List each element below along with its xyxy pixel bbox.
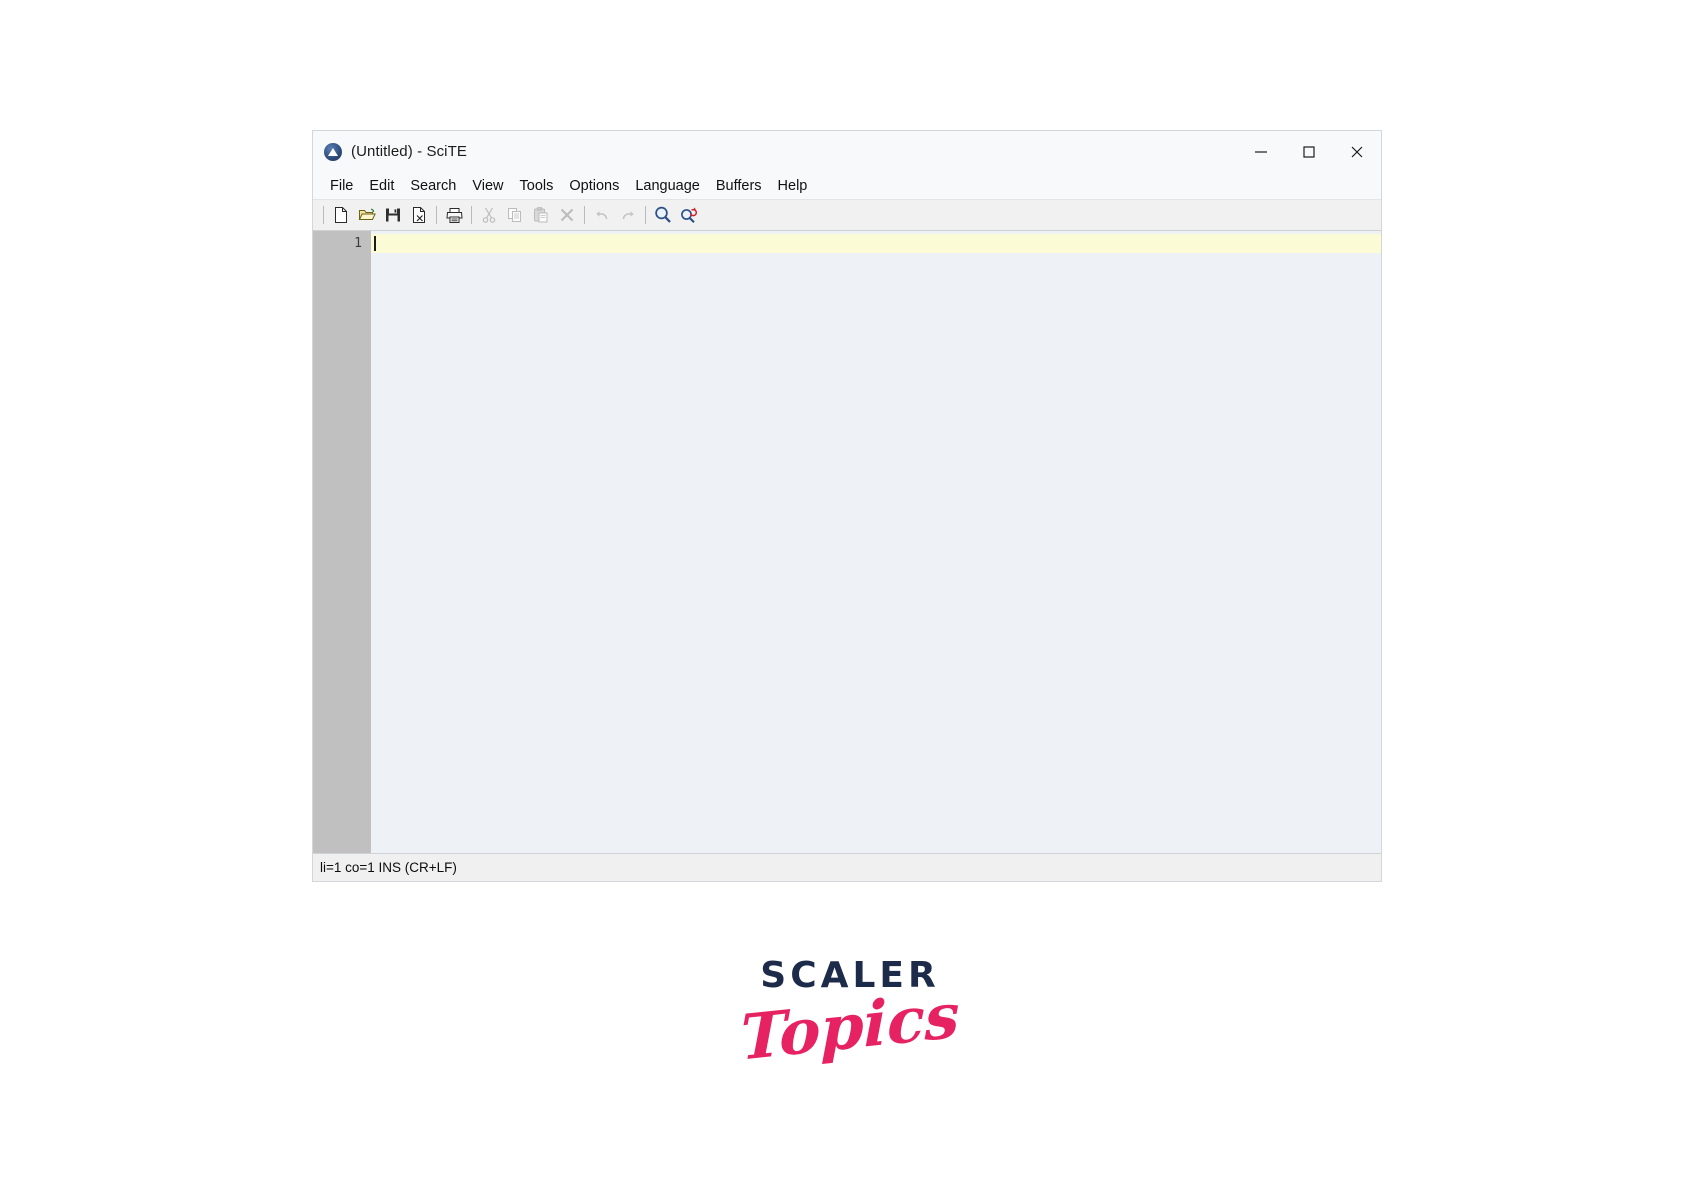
window-controls (1237, 131, 1381, 172)
redo-icon[interactable] (615, 202, 641, 228)
menu-item-language[interactable]: Language (627, 176, 708, 196)
delete-icon[interactable] (554, 202, 580, 228)
toolbar-separator (471, 206, 472, 224)
toolbar-separator (323, 206, 324, 224)
find-icon[interactable] (650, 202, 676, 228)
menu-item-file[interactable]: File (322, 176, 361, 196)
menu-item-buffers[interactable]: Buffers (708, 176, 770, 196)
toolbar-separator (436, 206, 437, 224)
toolbar-separator (645, 206, 646, 224)
close-file-icon[interactable] (406, 202, 432, 228)
menu-item-view[interactable]: View (464, 176, 511, 196)
minimize-icon[interactable] (1237, 131, 1285, 172)
toolbar (313, 199, 1381, 231)
menu-item-tools[interactable]: Tools (512, 176, 562, 196)
undo-icon[interactable] (589, 202, 615, 228)
menu-bar: File Edit Search View Tools Options Lang… (313, 172, 1381, 199)
logo-topics-text: Topics (740, 978, 960, 1075)
scaler-topics-logo: SCALER Topics (0, 958, 1700, 1075)
menu-item-options[interactable]: Options (561, 176, 627, 196)
editor-area[interactable]: 1 (313, 231, 1381, 853)
menu-item-search[interactable]: Search (402, 176, 464, 196)
title-bar: (Untitled) - SciTE (313, 131, 1381, 172)
maximize-icon[interactable] (1285, 131, 1333, 172)
copy-icon[interactable] (502, 202, 528, 228)
scite-window: (Untitled) - SciTE File Edit Search View… (312, 130, 1382, 882)
menu-item-edit[interactable]: Edit (361, 176, 402, 196)
cut-icon[interactable] (476, 202, 502, 228)
current-line-highlight[interactable] (371, 234, 1381, 253)
paste-icon[interactable] (528, 202, 554, 228)
menu-item-help[interactable]: Help (770, 176, 816, 196)
status-bar: li=1 co=1 INS (CR+LF) (313, 853, 1381, 881)
save-file-icon[interactable] (380, 202, 406, 228)
toolbar-separator (584, 206, 585, 224)
window-title: (Untitled) - SciTE (351, 143, 467, 160)
find-replace-icon[interactable] (676, 202, 702, 228)
close-icon[interactable] (1333, 131, 1381, 172)
new-file-icon[interactable] (328, 202, 354, 228)
status-text: li=1 co=1 INS (CR+LF) (320, 860, 457, 875)
print-icon[interactable] (441, 202, 467, 228)
scite-app-icon (324, 142, 342, 161)
text-caret (374, 236, 376, 251)
code-area[interactable] (371, 231, 1381, 853)
open-file-icon[interactable] (354, 202, 380, 228)
line-number-gutter: 1 (313, 231, 371, 853)
line-number: 1 (354, 236, 362, 251)
